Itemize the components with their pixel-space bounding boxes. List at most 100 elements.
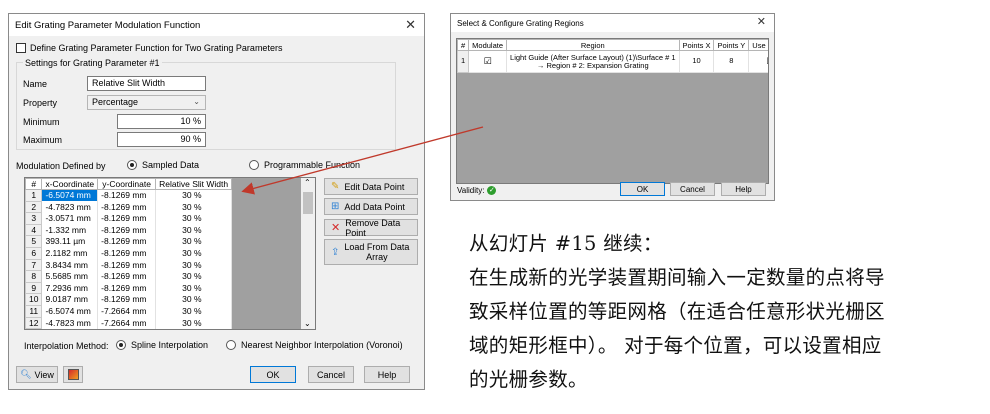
table-cell[interactable]: -4.7823 mm: [41, 201, 99, 213]
table-cell[interactable]: -8.1269 mm: [97, 259, 157, 271]
cancel-button[interactable]: Cancel: [308, 366, 354, 383]
table-header: y-Coordinate: [97, 178, 157, 190]
regions-help-button[interactable]: Help: [721, 182, 766, 196]
minimum-field[interactable]: 10 %: [117, 114, 206, 129]
modulate-checkbox[interactable]: ☑: [484, 56, 492, 66]
table-cell[interactable]: 9.0187 mm: [41, 293, 99, 306]
table-row[interactable]: 4 -1.332 mm -8.1269 mm 30 %: [25, 223, 233, 237]
table-cell[interactable]: -1.332 mm: [41, 224, 99, 236]
table-cell[interactable]: -8.1269 mm: [97, 189, 157, 202]
table-cell[interactable]: 30 %: [155, 317, 233, 329]
table-cell[interactable]: -3.0571 mm: [41, 212, 99, 225]
view-button[interactable]: 🔍︎ View: [16, 366, 58, 383]
help-button[interactable]: Help: [364, 366, 410, 383]
table-cell[interactable]: 2.1182 mm: [41, 247, 99, 260]
table-cell[interactable]: 7.2936 mm: [41, 282, 99, 294]
regions-dialog-titlebar: Select & Configure Grating Regions ✕: [451, 14, 774, 32]
table-row[interactable]: 1 -6.5074 mm -8.1269 mm 30 %: [25, 189, 233, 202]
table-cell[interactable]: 30 %: [155, 259, 233, 271]
table-cell[interactable]: -8.1269 mm: [97, 270, 157, 283]
table-cell[interactable]: -8.1269 mm: [97, 247, 157, 260]
nearest-label: Nearest Neighbor Interpolation (Voronoi): [241, 340, 403, 350]
table-row[interactable]: 9 7.2936 mm -8.1269 mm 30 %: [25, 281, 233, 295]
color-settings-button[interactable]: [63, 366, 83, 383]
table-row[interactable]: 2 -4.7823 mm -8.1269 mm 30 %: [25, 200, 233, 214]
maximum-field[interactable]: 90 %: [117, 132, 206, 147]
check-circle-icon: ✓: [487, 186, 497, 195]
interp-label: Interpolation Method:: [24, 341, 109, 351]
table-cell[interactable]: 30 %: [155, 189, 233, 202]
points-y-cell[interactable]: 8: [713, 50, 750, 73]
close-icon[interactable]: ✕: [405, 17, 416, 33]
slide-text-line3: 致采样位置的等距网格（在适合任意形状光栅区: [469, 300, 885, 323]
two-param-checkbox[interactable]: [16, 43, 26, 53]
remove-data-point-button[interactable]: ✕ Remove Data Point: [324, 218, 418, 238]
table-row[interactable]: 5 393.11 µm -8.1269 mm 30 %: [25, 235, 233, 248]
table-cell[interactable]: -6.5074 mm: [41, 305, 99, 318]
sampled-label: Sampled Data: [142, 160, 200, 170]
table-cell[interactable]: 30 %: [155, 201, 233, 213]
table-cell[interactable]: 30 %: [155, 212, 233, 225]
table-cell[interactable]: -8.1269 mm: [97, 212, 157, 225]
table-row[interactable]: 7 3.8434 mm -8.1269 mm 30 %: [25, 258, 233, 272]
table-cell[interactable]: 30 %: [155, 270, 233, 283]
modulate-cell[interactable]: ☑: [468, 50, 508, 73]
load-from-array-button[interactable]: ⇪ Load From Data Array: [324, 239, 418, 265]
edit-data-point-button[interactable]: ✎ Edit Data Point: [324, 178, 418, 195]
table-row[interactable]: 8 5.5685 mm -8.1269 mm 30 %: [25, 270, 233, 283]
nearest-radio[interactable]: [226, 340, 236, 350]
table-cell[interactable]: -8.1269 mm: [97, 224, 157, 236]
table-cell[interactable]: 393.11 µm: [41, 235, 99, 248]
table-cell[interactable]: -8.1269 mm: [97, 201, 157, 213]
scroll-thumb[interactable]: [303, 192, 313, 214]
table-cell[interactable]: 30 %: [155, 235, 233, 248]
table-cell[interactable]: -8.1269 mm: [97, 293, 157, 306]
minimum-label: Minimum: [23, 117, 60, 127]
table-cell[interactable]: -8.1269 mm: [97, 282, 157, 294]
sampled-radio[interactable]: [127, 160, 137, 170]
table-row[interactable]: 10 9.0187 mm -8.1269 mm 30 %: [25, 293, 233, 306]
slide-text-line5: 的光栅参数。: [469, 368, 588, 391]
table-row[interactable]: 11 -6.5074 mm -7.2664 mm 30 %: [25, 304, 233, 318]
two-param-checkbox-row[interactable]: Define Grating Parameter Function for Tw…: [16, 43, 282, 53]
table-cell[interactable]: -4.7823 mm: [41, 317, 99, 329]
magnifier-icon: 🔍︎: [20, 369, 32, 379]
table-cell[interactable]: 30 %: [155, 282, 233, 294]
table-cell[interactable]: -7.2664 mm: [97, 317, 157, 329]
table-cell[interactable]: -8.1269 mm: [97, 235, 157, 248]
table-cell[interactable]: 3.8434 mm: [41, 259, 99, 271]
scroll-up-icon[interactable]: ⌃: [304, 178, 311, 187]
nearest-radio-row[interactable]: Nearest Neighbor Interpolation (Voronoi): [226, 340, 403, 350]
programmable-radio-row[interactable]: Programmable Function: [249, 160, 360, 170]
use-spline-checkbox[interactable]: ☑: [766, 56, 768, 66]
spline-radio-row[interactable]: Spline Interpolation: [116, 340, 208, 350]
table-row[interactable]: 6 2.1182 mm -8.1269 mm 30 %: [25, 246, 233, 260]
table-row[interactable]: 3 -3.0571 mm -8.1269 mm 30 %: [25, 212, 233, 225]
table-cell[interactable]: -7.2664 mm: [97, 305, 157, 318]
regions-cancel-button[interactable]: Cancel: [670, 182, 715, 196]
scroll-down-icon[interactable]: ⌄: [304, 319, 311, 328]
table-cell[interactable]: -6.5074 mm: [41, 189, 99, 202]
table-cell[interactable]: 30 %: [155, 224, 233, 236]
sampled-radio-row[interactable]: Sampled Data: [127, 160, 199, 170]
load-label: Load From Data Array: [344, 242, 409, 262]
ok-button[interactable]: OK: [250, 366, 296, 383]
property-select[interactable]: Percentage ⌄: [87, 95, 206, 110]
table-row[interactable]: 12 -4.7823 mm -7.2664 mm 30 %: [25, 316, 233, 329]
table-cell[interactable]: 30 %: [155, 247, 233, 260]
table-cell[interactable]: 5.5685 mm: [41, 270, 99, 283]
row-index: 8: [25, 270, 43, 283]
table-cell[interactable]: 30 %: [155, 293, 233, 306]
table-scrollbar[interactable]: ⌃ ⌄: [301, 178, 315, 329]
points-x-cell[interactable]: 10: [679, 50, 715, 73]
spline-radio[interactable]: [116, 340, 126, 350]
col-index: #: [457, 39, 470, 51]
use-spline-cell[interactable]: ☑: [748, 50, 768, 73]
programmable-radio[interactable]: [249, 160, 259, 170]
name-field[interactable]: Relative Slit Width: [87, 76, 206, 91]
table-row[interactable]: 1 ☑ Light Guide (After Surface Layout) (…: [457, 50, 768, 73]
close-icon[interactable]: ✕: [757, 15, 766, 28]
add-data-point-button[interactable]: ⊞ Add Data Point: [324, 198, 418, 215]
regions-ok-button[interactable]: OK: [620, 182, 665, 196]
table-cell[interactable]: 30 %: [155, 305, 233, 318]
